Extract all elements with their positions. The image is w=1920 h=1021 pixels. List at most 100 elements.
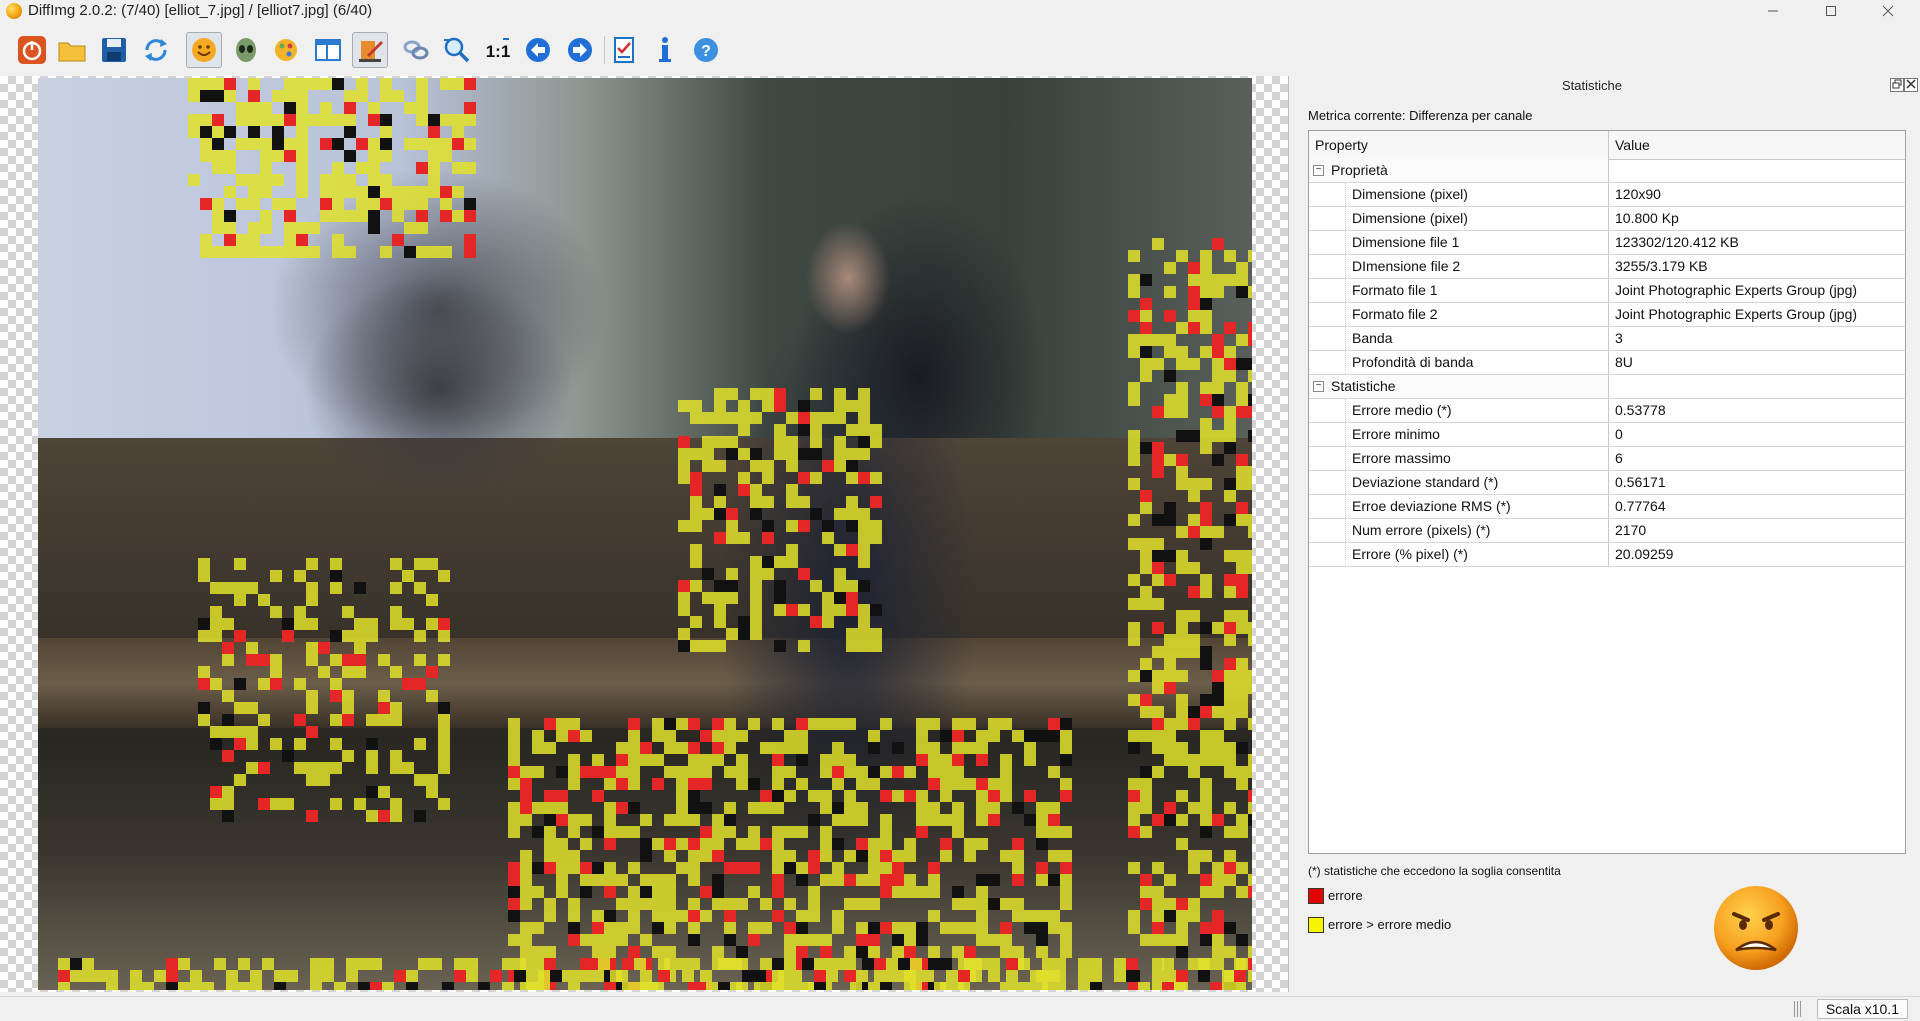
help-button[interactable]: ? <box>688 32 724 68</box>
diff-pixel-marker <box>58 970 70 982</box>
diff-pixel-marker <box>568 850 580 862</box>
diff-pixel-marker <box>1140 934 1152 946</box>
diff-pixel-marker <box>1188 718 1200 730</box>
diff-pixel-marker <box>440 246 452 258</box>
zoom-1-1-button[interactable]: 1:1 <box>480 32 516 68</box>
property-grid[interactable]: Property Value − Proprietà Dimensione (pi… <box>1308 130 1906 854</box>
zoom-button[interactable] <box>438 32 474 68</box>
table-row[interactable]: Erroe deviazione RMS (*) 0.77764 <box>1309 495 1905 519</box>
diff-pixel-marker <box>454 958 466 970</box>
pen-button[interactable] <box>352 32 388 68</box>
table-row[interactable]: Profondità di banda 8U <box>1309 351 1905 375</box>
table-row[interactable]: Dimensione file 1 123302/120.412 KB <box>1309 231 1905 255</box>
link-button[interactable] <box>398 32 434 68</box>
diff-pixel-marker <box>1200 430 1212 442</box>
table-row[interactable]: Formato file 2 Joint Photographic Experts… <box>1309 303 1905 327</box>
diff-pixel-marker <box>258 762 270 774</box>
table-row[interactable]: Formato file 1 Joint Photographic Experts… <box>1309 279 1905 303</box>
diff-pixel-marker <box>1176 742 1188 754</box>
diff-pixel-marker <box>58 982 70 990</box>
palette-button[interactable] <box>268 32 304 68</box>
close-panel-button[interactable] <box>1904 78 1918 92</box>
table-row[interactable]: Errore (% pixel) (*) 20.09259 <box>1309 543 1905 567</box>
layout-button[interactable] <box>310 32 346 68</box>
collapse-icon[interactable]: − <box>1313 165 1324 176</box>
diff-pixel-marker <box>430 958 442 970</box>
diff-pixel-marker <box>628 802 640 814</box>
minimize-button[interactable] <box>1745 0 1801 22</box>
refresh-button[interactable] <box>138 32 174 68</box>
diff-pixel-marker <box>1164 310 1176 322</box>
diff-pixel-marker <box>712 850 724 862</box>
table-row[interactable]: Dimensione (pixel) 10.800 Kp <box>1309 207 1905 231</box>
diff-pixel-marker <box>246 702 258 714</box>
diff-pixel-marker <box>1248 478 1252 490</box>
diff-pixel-marker <box>714 412 726 424</box>
diff-pixel-marker <box>1212 382 1224 394</box>
previous-button[interactable] <box>520 32 556 68</box>
diff-pixel-marker <box>222 726 234 738</box>
diff-pixel-marker <box>664 898 676 910</box>
table-row[interactable]: Deviazione standard (*) 0.56171 <box>1309 471 1905 495</box>
diff-pixel-marker <box>1212 754 1224 766</box>
diff-pixel-marker <box>1236 658 1248 670</box>
table-row[interactable]: Errore medio (*) 0.53778 <box>1309 399 1905 423</box>
minimize-icon <box>1768 10 1778 12</box>
maximize-button[interactable] <box>1803 0 1859 22</box>
column-header-property[interactable]: Property <box>1309 131 1609 159</box>
diff-pixel-marker <box>810 448 822 460</box>
resize-grip[interactable] <box>1794 1001 1802 1017</box>
diff-pixel-marker <box>988 814 1000 826</box>
diff-pixel-marker <box>678 520 690 532</box>
alien-button[interactable] <box>228 32 264 68</box>
diff-pixel-marker <box>832 910 844 922</box>
diff-pixel-marker <box>320 198 332 210</box>
column-header-value[interactable]: Value <box>1609 131 1905 159</box>
close-button[interactable] <box>1860 0 1916 22</box>
open-button[interactable] <box>54 32 90 68</box>
table-row[interactable]: Banda 3 <box>1309 327 1905 351</box>
table-row[interactable]: Dimensione (pixel) 120x90 <box>1309 183 1905 207</box>
checklist-button[interactable] <box>606 32 642 68</box>
diff-pixel-marker <box>1000 718 1012 730</box>
collapse-icon[interactable]: − <box>1313 381 1324 392</box>
image-viewer[interactable] <box>0 76 1289 992</box>
smiley-button[interactable] <box>186 32 222 68</box>
table-row[interactable]: Num errore (pixels) (*) 2170 <box>1309 519 1905 543</box>
diff-pixel-marker <box>820 826 832 838</box>
table-row[interactable]: Errore massimo 6 <box>1309 447 1905 471</box>
group-row-proprieta[interactable]: − Proprietà <box>1309 159 1905 183</box>
diff-pixel-marker <box>712 874 724 886</box>
diff-pixel-marker <box>1164 670 1176 682</box>
close-icon <box>1906 79 1916 89</box>
diff-pixel-marker <box>796 946 808 958</box>
float-panel-button[interactable] <box>1890 78 1904 92</box>
quit-button[interactable] <box>14 32 50 68</box>
diff-pixel-marker <box>1188 478 1200 490</box>
diff-pixel-marker <box>676 910 688 922</box>
diff-pixel-marker <box>332 186 344 198</box>
diff-pixel-marker <box>248 138 260 150</box>
info-button[interactable] <box>648 32 684 68</box>
diff-pixel-marker <box>736 730 748 742</box>
diff-pixel-marker <box>406 970 418 982</box>
diff-pixel-marker <box>772 742 784 754</box>
power-icon <box>18 36 46 64</box>
diff-pixel-marker <box>1234 982 1246 990</box>
diff-pixel-marker <box>874 958 886 970</box>
diff-pixel-marker <box>1128 742 1140 754</box>
diff-pixel-marker <box>188 90 200 102</box>
table-row[interactable]: DImensione file 2 3255/3.179 KB <box>1309 255 1905 279</box>
diff-pixel-marker <box>1128 334 1140 346</box>
next-button[interactable] <box>562 32 598 68</box>
diff-pixel-marker <box>1152 574 1164 586</box>
save-button[interactable] <box>96 32 132 68</box>
diff-pixel-marker <box>1090 970 1102 982</box>
diff-pixel-marker <box>166 970 178 982</box>
diff-pixel-marker <box>70 970 82 982</box>
diff-pixel-marker <box>1200 754 1212 766</box>
table-row[interactable]: Errore minimo 0 <box>1309 423 1905 447</box>
diff-pixel-marker <box>1176 382 1188 394</box>
group-row-statistiche[interactable]: − Statistiche <box>1309 375 1905 399</box>
diff-pixel-marker <box>520 874 532 886</box>
